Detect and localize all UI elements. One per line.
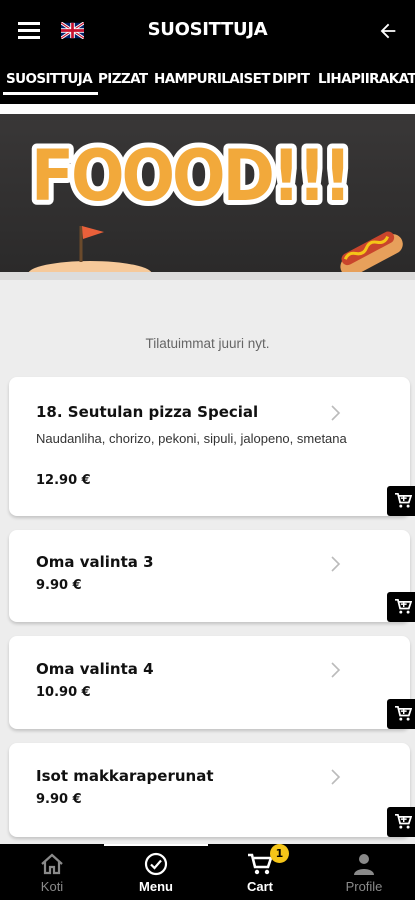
category-tabs: SUOSITTUJA PIZZAT HAMPURILAISET DIPIT LI…	[0, 62, 415, 104]
product-card[interactable]: 18. Seutulan pizza Special Naudanliha, c…	[9, 377, 415, 516]
chevron-right-icon	[331, 405, 341, 421]
tab-hampurilaiset[interactable]: HAMPURILAISET	[154, 71, 270, 87]
product-name: Oma valinta 4	[36, 660, 154, 678]
nav-label: Cart	[246, 879, 273, 894]
nav-label: Menu	[139, 879, 173, 894]
product-card[interactable]: Isot makkaraperunat 9.90 €	[9, 743, 415, 837]
product-card[interactable]: Oma valinta 4 10.90 €	[9, 636, 415, 729]
product-name: 18. Seutulan pizza Special	[36, 403, 259, 421]
person-icon	[354, 854, 374, 875]
product-name: Isot makkaraperunat	[36, 767, 214, 785]
tab-pizzat[interactable]: PIZZAT	[98, 71, 148, 87]
product-price: 10.90 €	[36, 685, 91, 700]
product-price: 9.90 €	[36, 792, 82, 807]
product-name: Oma valinta 3	[36, 553, 154, 571]
nav-label: Koti	[40, 879, 64, 894]
product-price: 12.90 €	[36, 473, 91, 488]
chevron-right-icon	[331, 556, 341, 572]
banner-illustration: FOOOD!!! FOOOD!!!	[0, 104, 415, 272]
app-header: SUOSITTUJA	[0, 0, 415, 62]
chevron-right-icon	[331, 662, 341, 678]
nav-label: Profile	[345, 879, 383, 894]
nav-profile[interactable]: Profile	[312, 844, 415, 900]
cart-icon	[395, 599, 412, 614]
add-to-cart-button[interactable]	[387, 699, 415, 729]
product-description: Naudanliha, chorizo, pekoni, sipuli, jal…	[36, 431, 347, 446]
nav-cart[interactable]: 1 Cart	[208, 844, 312, 900]
check-circle-icon	[144, 852, 168, 876]
product-price: 9.90 €	[36, 578, 82, 593]
product-card[interactable]: Oma valinta 3 9.90 €	[9, 530, 415, 622]
add-to-cart-button[interactable]	[387, 592, 415, 622]
cart-icon	[395, 493, 412, 508]
bottom-navigation: Koti Menu 1 Cart Profile	[0, 844, 415, 900]
page-title: SUOSITTUJA	[147, 19, 268, 40]
tab-dipit[interactable]: DIPIT	[272, 71, 310, 87]
chevron-right-icon	[331, 769, 341, 785]
tab-suosittuja[interactable]: SUOSITTUJA	[2, 71, 99, 95]
nav-koti[interactable]: Koti	[0, 844, 104, 900]
back-arrow-icon[interactable]	[377, 20, 399, 42]
banner-title: FOOOD!!!	[31, 135, 349, 217]
cart-icon	[248, 853, 273, 875]
nav-menu[interactable]: Menu	[104, 844, 208, 900]
promo-banner: FOOOD!!! FOOOD!!!	[0, 104, 415, 272]
add-to-cart-button[interactable]	[387, 486, 415, 516]
cart-count-badge: 1	[270, 844, 289, 863]
cart-icon	[395, 814, 412, 829]
add-to-cart-button[interactable]	[387, 807, 415, 837]
popular-list: Tilatuimmat juuri nyt. 18. Seutulan pizz…	[0, 272, 415, 844]
tab-lihapiirakat[interactable]: LIHAPIIRAKAT	[318, 71, 415, 87]
list-subtitle: Tilatuimmat juuri nyt.	[145, 336, 270, 351]
cart-icon	[395, 706, 412, 721]
home-icon	[41, 853, 63, 875]
